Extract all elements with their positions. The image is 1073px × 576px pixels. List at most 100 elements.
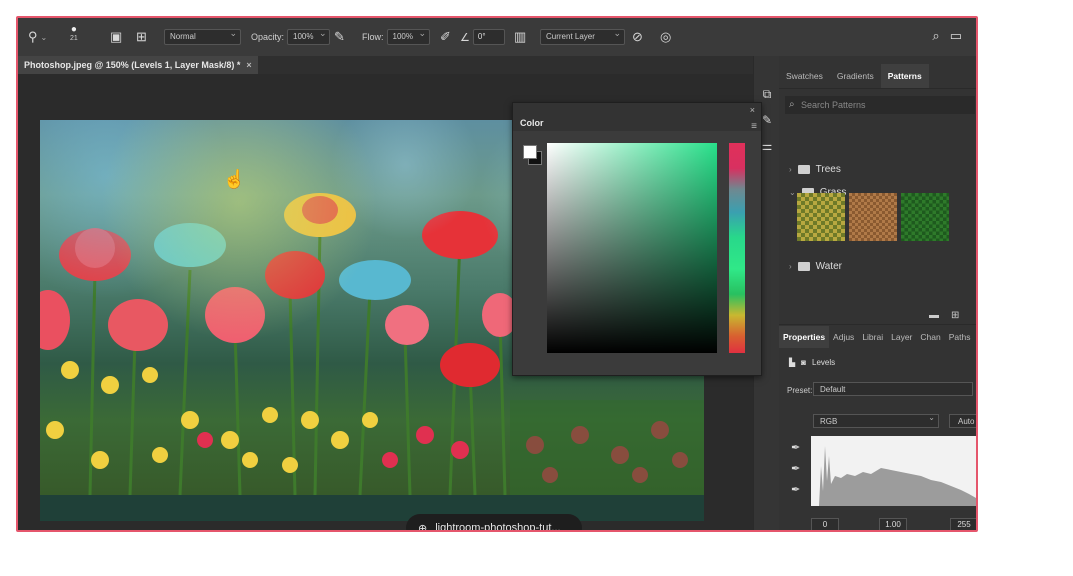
angle-icon: ∠ bbox=[460, 31, 470, 44]
adjustment-name: Levels bbox=[812, 358, 836, 367]
levels-histogram bbox=[811, 436, 976, 506]
pattern-swatch[interactable] bbox=[797, 193, 845, 241]
flow-value[interactable]: 100% bbox=[386, 26, 430, 45]
angle-value[interactable]: 0° bbox=[472, 29, 505, 45]
new-pattern-icon[interactable]: ⊞ bbox=[951, 310, 959, 321]
flow-control[interactable]: Flow: 100% bbox=[362, 26, 430, 46]
ignore-adjustment-button[interactable]: ⊘ bbox=[632, 28, 643, 46]
clone-source-button[interactable]: ⊞ bbox=[136, 28, 147, 46]
globe-icon: ⊕ bbox=[418, 522, 428, 532]
chevron-right-icon: › bbox=[789, 165, 792, 174]
tab-layers[interactable]: Layer bbox=[887, 326, 916, 348]
document-tab-title: Photoshop.jpeg @ 150% (Levels 1, Layer M… bbox=[24, 60, 241, 70]
search-icon[interactable]: ⌕ bbox=[932, 28, 939, 44]
preset-value: Default bbox=[820, 385, 846, 394]
tab-channels[interactable]: Chan bbox=[916, 326, 944, 348]
tool-preset-picker[interactable]: ⚲ ⌄ bbox=[28, 28, 47, 46]
brush-settings-button[interactable]: ▣ bbox=[110, 28, 122, 46]
options-bar: ⚲ ⌄ ● 21 ▣ ⊞ Normal Opacity: 100% ✎ Flow… bbox=[18, 18, 976, 57]
channel-select[interactable]: RGB bbox=[813, 411, 939, 428]
foreground-color-swatch[interactable] bbox=[523, 145, 537, 159]
clone-source-icon: ⊞ bbox=[136, 29, 147, 44]
auto-button[interactable]: Auto bbox=[949, 414, 976, 428]
tab-gradients[interactable]: Gradients bbox=[830, 64, 881, 88]
folder-trees[interactable]: › Trees bbox=[789, 164, 841, 175]
chevron-down-icon: ⌄ bbox=[40, 32, 48, 42]
patterns-footer: ▬ ⊞ bbox=[929, 310, 959, 321]
brush-size-value: 21 bbox=[70, 35, 78, 42]
angle-control[interactable]: ∠ 0° bbox=[460, 28, 505, 46]
close-icon[interactable]: × bbox=[750, 105, 755, 115]
levels-input-values: 0 1.00 255 bbox=[811, 518, 976, 530]
tab-adjustments[interactable]: Adjus bbox=[829, 326, 858, 348]
black-point-eyedropper-icon[interactable]: ✒ bbox=[791, 441, 800, 454]
aligned-icon: ▥ bbox=[514, 29, 527, 44]
flow-label: Flow: bbox=[362, 32, 384, 42]
pressure-pen-icon: ✎ bbox=[334, 29, 345, 44]
pattern-swatch[interactable] bbox=[901, 193, 949, 241]
folder-label: Trees bbox=[815, 164, 841, 175]
input-white-field[interactable]: 255 bbox=[950, 518, 976, 530]
document-tab[interactable]: Photoshop.jpeg @ 150% (Levels 1, Layer M… bbox=[18, 56, 258, 74]
close-icon[interactable]: × bbox=[246, 60, 251, 70]
history-panel-icon[interactable]: ⧉ bbox=[757, 84, 777, 104]
preset-label: Preset: bbox=[787, 386, 813, 395]
opacity-control[interactable]: Opacity: 100% bbox=[251, 26, 331, 46]
folder-icon bbox=[797, 165, 810, 174]
pressure-size-button[interactable]: ◎ bbox=[660, 28, 671, 46]
blend-mode-select[interactable]: Normal bbox=[164, 26, 241, 46]
channel-value: RGB bbox=[820, 417, 838, 426]
document-tab-bar: Photoshop.jpeg @ 150% (Levels 1, Layer M… bbox=[18, 56, 753, 74]
photoshop-window: ⚲ ⌄ ● 21 ▣ ⊞ Normal Opacity: 100% ✎ Flow… bbox=[16, 16, 978, 532]
tab-properties[interactable]: Properties bbox=[779, 326, 830, 348]
folder-water[interactable]: › Water bbox=[789, 261, 842, 272]
search-icon: ⌕ bbox=[789, 99, 795, 110]
stamp-tool-icon: ⚲ bbox=[28, 29, 38, 44]
pattern-swatch[interactable] bbox=[849, 193, 897, 241]
pressure-opacity-button[interactable]: ✎ bbox=[334, 28, 345, 46]
input-black-field[interactable]: 0 bbox=[811, 518, 839, 530]
pressure-size-icon: ◎ bbox=[660, 29, 672, 44]
mask-icon[interactable]: ◙ bbox=[801, 358, 806, 367]
hand-cursor-icon: ☝ bbox=[223, 169, 246, 189]
tab-libraries[interactable]: Librai bbox=[858, 326, 887, 348]
aligned-button[interactable]: ▥ bbox=[514, 28, 526, 46]
tab-patterns[interactable]: Patterns bbox=[880, 64, 929, 88]
right-panel-dock: Swatches Gradients Patterns ⌕ Search Pat… bbox=[779, 56, 976, 530]
gray-point-eyedropper-icon[interactable]: ✒ bbox=[791, 462, 800, 475]
brush-preset-picker[interactable]: ● 21 bbox=[70, 24, 78, 42]
opacity-value[interactable]: 100% bbox=[287, 26, 331, 45]
brush-settings-icon: ▣ bbox=[110, 29, 123, 44]
sample-select[interactable]: Current Layer bbox=[540, 26, 625, 46]
search-patterns-placeholder: Search Patterns bbox=[801, 100, 866, 110]
tab-swatches[interactable]: Swatches bbox=[779, 64, 830, 88]
divider bbox=[779, 324, 976, 325]
divider bbox=[779, 88, 976, 89]
link-pill[interactable]: ⊕ lightroom-photoshop-tut... bbox=[406, 514, 582, 532]
tab-paths[interactable]: Paths bbox=[945, 326, 975, 348]
brush-tip-icon: ● bbox=[70, 24, 77, 35]
levels-header: ▙ ◙ Levels bbox=[789, 358, 835, 367]
histogram-graph bbox=[811, 446, 976, 506]
new-group-icon[interactable]: ▬ bbox=[929, 310, 939, 321]
input-gamma-field[interactable]: 1.00 bbox=[879, 518, 907, 530]
menu-icon[interactable]: ≡ bbox=[751, 121, 757, 132]
search-patterns-input[interactable]: ⌕ Search Patterns bbox=[785, 96, 975, 114]
properties-panel-tabs: Properties Adjus Librai Layer Chan Paths bbox=[779, 326, 976, 348]
color-panel[interactable]: Color × ≡ bbox=[512, 102, 762, 376]
workspace-icon[interactable]: ▭ bbox=[950, 28, 962, 44]
white-point-eyedropper-icon[interactable]: ✒ bbox=[791, 483, 800, 496]
chevron-down-icon: ⌄ bbox=[789, 188, 796, 197]
saturation-value-field[interactable] bbox=[547, 143, 717, 353]
ignore-adjustment-icon: ⊘ bbox=[632, 29, 643, 44]
hue-slider[interactable] bbox=[729, 143, 745, 353]
airbrush-button[interactable]: ✐ bbox=[440, 28, 451, 46]
link-pill-text: lightroom-photoshop-tut... bbox=[435, 522, 561, 532]
image-bottom-strip bbox=[40, 495, 704, 521]
preset-select[interactable]: Default bbox=[813, 382, 973, 396]
top-right-controls: ⌕ ▭ bbox=[932, 28, 962, 44]
opacity-label: Opacity: bbox=[251, 32, 285, 42]
chevron-right-icon: › bbox=[789, 262, 792, 271]
sample-value: Current Layer bbox=[540, 26, 625, 45]
color-panel-title: Color bbox=[513, 103, 761, 131]
